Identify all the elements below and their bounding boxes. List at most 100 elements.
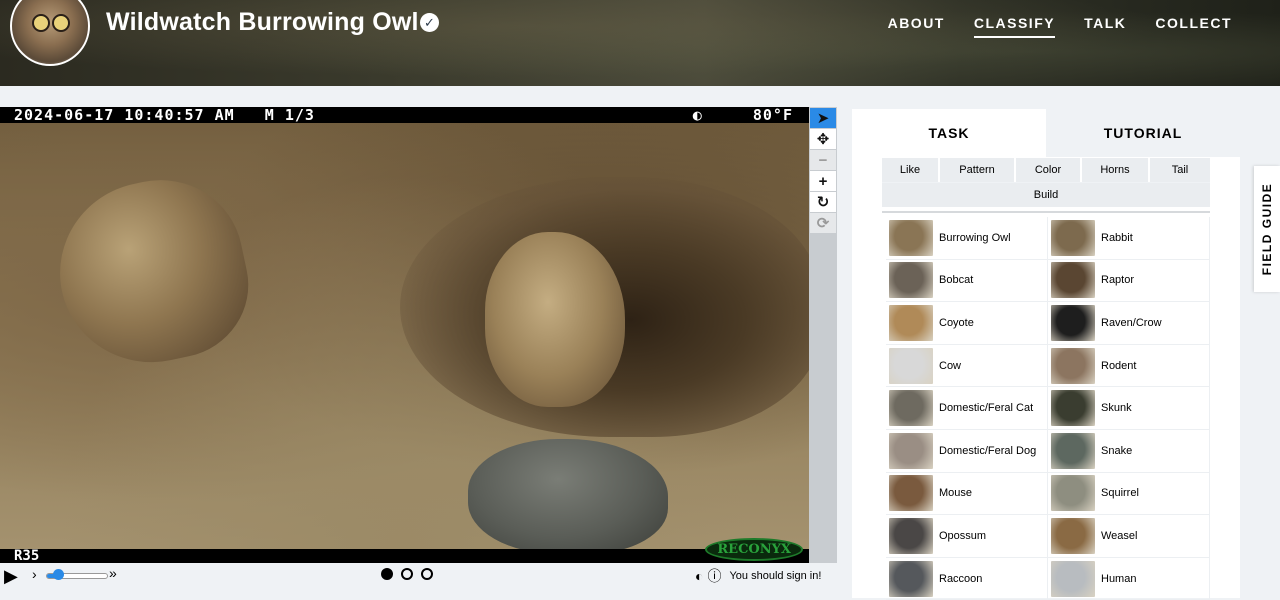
filter-horns[interactable]: Horns <box>1082 158 1150 182</box>
image-tools: ➤ ✥ − + ↻ ⟳ <box>809 107 837 563</box>
viewer-info: ◐ ⓘ You should sign in! <box>695 566 821 586</box>
filter-divider <box>882 211 1210 213</box>
choice-thumbnail <box>1051 262 1095 299</box>
signin-prompt[interactable]: You should sign in! <box>729 570 821 582</box>
camera-timestamp: 2024-06-17 10:40:57 AM <box>14 107 235 124</box>
check-badge-icon: ✓ <box>420 13 439 32</box>
frame-dot-1[interactable] <box>381 568 393 580</box>
choice-label: Cow <box>939 359 962 372</box>
reconyx-logo: RECONYX <box>705 538 803 561</box>
slower-icon[interactable]: › <box>32 566 37 582</box>
choice-squirrel[interactable]: Squirrel <box>1048 472 1210 516</box>
choice-raptor[interactable]: Raptor <box>1048 259 1210 303</box>
choice-raven-crow[interactable]: Raven/Crow <box>1048 302 1210 345</box>
faster-icon[interactable]: » <box>109 565 117 581</box>
nav-talk[interactable]: TALK <box>1084 15 1126 38</box>
nav-classify[interactable]: CLASSIFY <box>973 15 1056 38</box>
tab-task[interactable]: TASK <box>852 109 1046 157</box>
choice-label: Squirrel <box>1101 487 1139 500</box>
choice-thumbnail <box>889 347 933 384</box>
nav-collect[interactable]: COLLECT <box>1155 15 1232 38</box>
choice-rodent[interactable]: Rodent <box>1048 344 1210 388</box>
project-avatar[interactable] <box>10 0 90 66</box>
tab-tutorial[interactable]: TUTORIAL <box>1046 109 1240 157</box>
choice-thumbnail <box>889 517 933 554</box>
species-choices: Burrowing Owl Rabbit Bobcat Raptor Coyote Rav… <box>886 217 1210 600</box>
choice-burrowing-owl[interactable]: Burrowing Owl <box>886 217 1048 260</box>
choice-label: Snake <box>1101 444 1133 457</box>
frame-dot-2[interactable] <box>401 568 413 580</box>
project-title[interactable]: Wildwatch Burrowing Owl <box>106 8 419 37</box>
filter-tail[interactable]: Tail <box>1150 158 1210 182</box>
task-panel: TASK TUTORIAL Like Pattern Color Horns T… <box>852 109 1240 600</box>
choice-label: Rabbit <box>1101 231 1133 244</box>
nav-about[interactable]: ABOUT <box>888 15 945 38</box>
subject-image[interactable]: 2024-06-17 10:40:57 AM M 1/3 ◐ 80°F R35 … <box>0 107 809 563</box>
frame-selector <box>381 568 433 580</box>
rock <box>468 439 668 554</box>
owl-eye-right <box>52 14 70 32</box>
info-icon[interactable]: ⓘ <box>707 566 721 586</box>
camera-footer-bar: R35 <box>0 549 809 563</box>
choice-human[interactable]: Human <box>1048 557 1210 600</box>
camera-frame: M 1/3 <box>264 107 315 124</box>
frame-dot-3[interactable] <box>421 568 433 580</box>
pointer-icon[interactable]: ➤ <box>810 108 836 128</box>
choice-thumbnail <box>889 219 933 256</box>
camera-id: R35 <box>14 548 40 563</box>
project-header: Wildwatch Burrowing Owl ✓ ABOUT CLASSIFY… <box>0 0 1280 86</box>
choice-thumbnail <box>889 432 933 469</box>
choice-raccoon[interactable]: Raccoon <box>886 557 1048 600</box>
choice-bobcat[interactable]: Bobcat <box>886 259 1048 303</box>
filter-pattern[interactable]: Pattern <box>940 158 1016 182</box>
field-guide-tab[interactable]: FIELD GUIDE <box>1254 166 1280 292</box>
choice-snake[interactable]: Snake <box>1048 429 1210 473</box>
choice-label: Skunk <box>1101 402 1132 415</box>
choice-thumbnail <box>1051 517 1095 554</box>
choice-thumbnail <box>889 262 933 299</box>
choice-mouse[interactable]: Mouse <box>886 472 1048 516</box>
speed-slider-handle[interactable] <box>53 569 64 580</box>
choice-thumbnail <box>1051 390 1095 427</box>
filter-color[interactable]: Color <box>1016 158 1082 182</box>
filter-like[interactable]: Like <box>882 158 940 182</box>
choice-label: Weasel <box>1101 529 1138 542</box>
invert-icon[interactable]: ◐ <box>695 568 703 584</box>
choice-thumbnail <box>1051 560 1095 597</box>
choice-label: Domestic/Feral Dog <box>939 444 1037 457</box>
move-icon[interactable]: ✥ <box>810 129 836 149</box>
choice-cow[interactable]: Cow <box>886 344 1048 388</box>
play-icon[interactable]: ▶ <box>4 566 18 587</box>
choice-label: Raccoon <box>939 572 983 585</box>
filter-build[interactable]: Build <box>882 183 1210 207</box>
choice-label: Domestic/Feral Cat <box>939 402 1034 415</box>
rotate-icon[interactable]: ↻ <box>810 192 836 212</box>
project-nav: ABOUT CLASSIFY TALK COLLECT <box>888 15 1232 38</box>
zoom-in-icon[interactable]: + <box>810 171 836 191</box>
choice-thumbnail <box>1051 347 1095 384</box>
choice-label: Rodent <box>1101 359 1137 372</box>
choice-domestic-feral-cat[interactable]: Domestic/Feral Cat <box>886 387 1048 430</box>
choice-thumbnail <box>1051 475 1095 512</box>
choice-coyote[interactable]: Coyote <box>886 302 1048 345</box>
reset-icon[interactable]: ⟳ <box>810 213 836 233</box>
zoom-out-icon[interactable]: − <box>810 150 836 170</box>
choice-thumbnail <box>889 304 933 341</box>
camera-info-bar: 2024-06-17 10:40:57 AM M 1/3 ◐ 80°F <box>0 107 809 123</box>
owl-right <box>485 232 625 407</box>
choice-skunk[interactable]: Skunk <box>1048 387 1210 430</box>
choice-label: Burrowing Owl <box>939 231 1011 244</box>
choice-thumbnail <box>889 475 933 512</box>
camera-temperature: 80°F <box>752 107 793 124</box>
playback-controls: ▶ › » ◐ ⓘ You should sign in! <box>0 563 840 589</box>
choice-label: Mouse <box>939 487 973 500</box>
choice-domestic-feral-dog[interactable]: Domestic/Feral Dog <box>886 429 1048 473</box>
field-guide-label: FIELD GUIDE <box>1260 182 1274 276</box>
choice-rabbit[interactable]: Rabbit <box>1048 217 1210 260</box>
choice-label: Raven/Crow <box>1101 316 1162 329</box>
filter-bar: Like Pattern Color Horns Tail Build <box>882 158 1210 207</box>
choice-label: Opossum <box>939 529 987 542</box>
choice-thumbnail <box>1051 432 1095 469</box>
choice-opossum[interactable]: Opossum <box>886 515 1048 558</box>
choice-weasel[interactable]: Weasel <box>1048 515 1210 558</box>
